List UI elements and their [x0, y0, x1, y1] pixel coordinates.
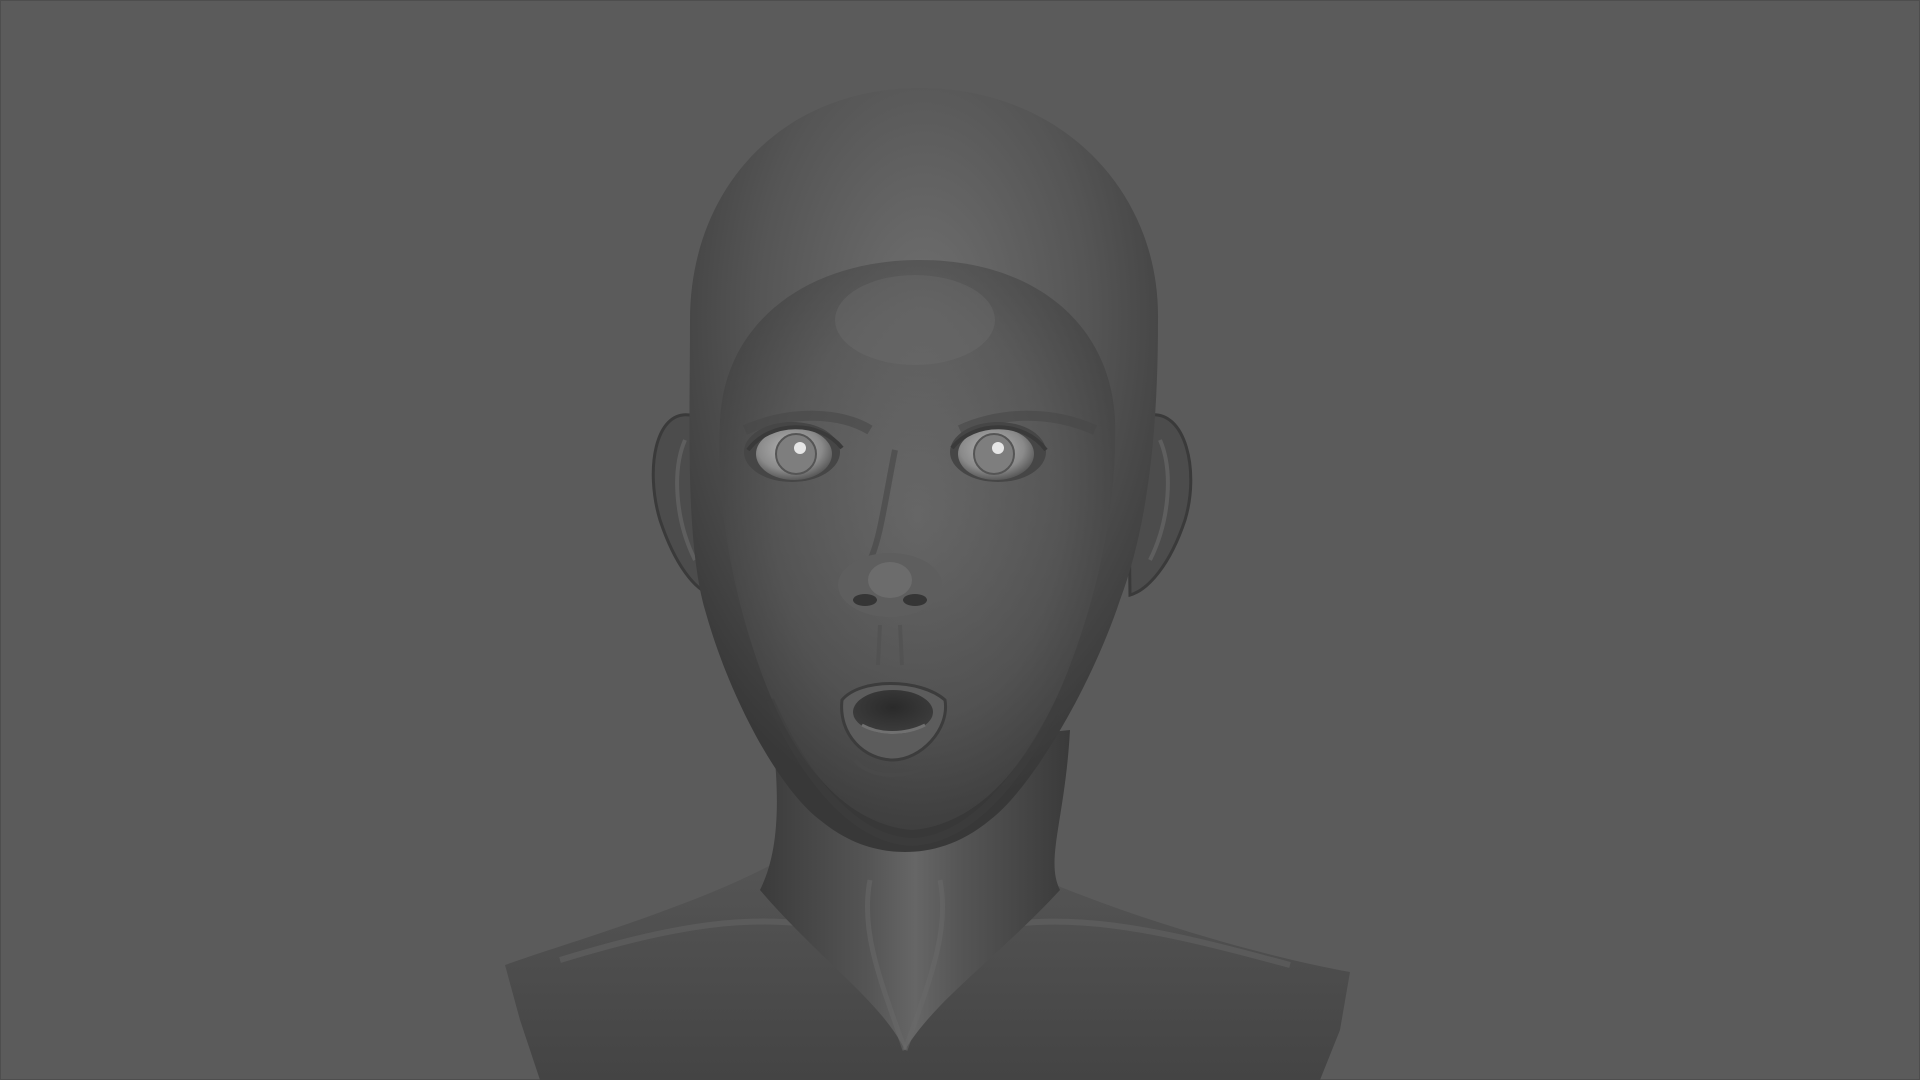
sculpt-render: [505, 88, 1350, 1080]
right-eye: [950, 422, 1048, 482]
3d-viewport[interactable]: [0, 0, 1920, 1080]
